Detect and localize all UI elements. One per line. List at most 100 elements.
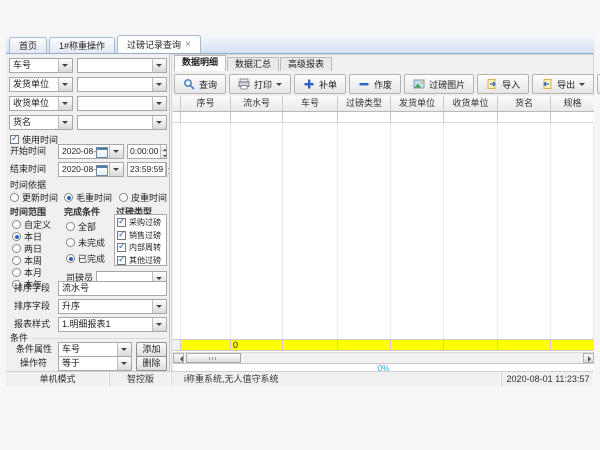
radio-icon[interactable] xyxy=(12,220,21,229)
column-header-serial[interactable]: 流水号 xyxy=(231,96,283,112)
start-time-spinner[interactable]: 0:00:00 xyxy=(127,144,167,159)
tab-weigh-operation[interactable]: 1#称重操作 xyxy=(49,37,115,53)
chevron-down-icon[interactable] xyxy=(58,97,72,110)
radio-gross-time[interactable]: 毛重时间 xyxy=(64,191,112,204)
start-date-picker[interactable]: 2020-08-01 xyxy=(58,144,124,159)
chevron-down-icon[interactable] xyxy=(117,357,131,370)
tab-home[interactable]: 首页 xyxy=(9,37,47,53)
radio-selected-icon[interactable] xyxy=(12,232,21,241)
radio-icon[interactable] xyxy=(66,222,75,231)
checkbox-purchase-weigh[interactable]: 采购过磅 xyxy=(117,217,166,228)
summary-cell xyxy=(338,339,391,351)
column-header-index[interactable]: 序号 xyxy=(181,96,231,112)
horizontal-scrollbar[interactable] xyxy=(173,352,594,363)
close-tab-icon[interactable]: × xyxy=(185,40,191,50)
filter-cell[interactable] xyxy=(551,112,594,123)
condition-attr-select[interactable]: 车号 xyxy=(58,342,132,357)
column-header-sender[interactable]: 发货单位 xyxy=(391,96,444,112)
report-style-select[interactable]: 1.明细报表1 xyxy=(58,317,167,332)
filter-field-select-vehicle[interactable]: 车号 xyxy=(9,58,73,73)
checkbox-checked-icon[interactable] xyxy=(117,256,126,265)
weigh-photo-button[interactable]: 过磅图片 xyxy=(404,74,474,94)
chevron-down-icon[interactable] xyxy=(58,59,72,72)
start-date-value: 2020-08-01 xyxy=(59,145,96,158)
chevron-down-icon[interactable] xyxy=(152,78,166,91)
radio-finish-all[interactable]: 全部 xyxy=(66,220,96,233)
query-button[interactable]: 查询 xyxy=(174,74,226,94)
sort-field-input[interactable]: 流水号 xyxy=(58,281,167,296)
radio-icon[interactable] xyxy=(12,244,21,253)
import-button[interactable]: 导入 xyxy=(477,74,529,94)
radio-finish-unfinished[interactable]: 未完成 xyxy=(66,236,105,249)
radio-update-time[interactable]: 更新时间 xyxy=(10,191,58,204)
filter-value-receiver[interactable] xyxy=(77,96,167,111)
export-button[interactable]: 导出 xyxy=(532,74,594,94)
checkbox-other-weigh[interactable]: 其他过磅 xyxy=(117,255,166,266)
radio-icon[interactable] xyxy=(12,256,21,265)
filter-cell[interactable] xyxy=(444,112,498,123)
grid-body-empty[interactable] xyxy=(173,123,594,339)
radio-tare-time[interactable]: 皮重时间 xyxy=(119,191,167,204)
supplement-order-button[interactable]: 补单 xyxy=(294,74,346,94)
checkbox-internal-transfer[interactable]: 内部周转 xyxy=(117,242,166,253)
dropdown-arrow-icon[interactable] xyxy=(276,83,282,89)
tab-data-summary[interactable]: 数据汇总 xyxy=(227,57,279,71)
checkbox-checked-icon[interactable] xyxy=(117,243,126,252)
end-time-spinner[interactable]: 23:59:59 xyxy=(127,162,167,177)
radio-selected-icon[interactable] xyxy=(66,254,75,263)
chevron-down-icon[interactable] xyxy=(58,78,72,91)
tab-data-detail[interactable]: 数据明细 xyxy=(174,55,226,71)
filter-value-vehicle[interactable] xyxy=(77,58,167,73)
filter-cell[interactable] xyxy=(498,112,551,123)
chevron-down-icon[interactable] xyxy=(152,300,166,313)
filter-field-select-goods[interactable]: 货名 xyxy=(9,115,73,130)
dropdown-arrow-icon[interactable] xyxy=(579,83,585,89)
filter-cell[interactable] xyxy=(181,112,231,123)
tab-advanced-report[interactable]: 高级报表 xyxy=(280,57,332,71)
chevron-down-icon[interactable] xyxy=(58,116,72,129)
void-button[interactable]: 作废 xyxy=(349,74,401,94)
grid-filter-row[interactable] xyxy=(173,112,594,123)
chevron-down-icon[interactable] xyxy=(109,163,123,176)
spin-down-icon[interactable] xyxy=(161,152,166,159)
column-header-receiver[interactable]: 收货单位 xyxy=(444,96,498,112)
remove-condition-button[interactable]: 删除 xyxy=(136,356,167,371)
checkbox-checked-icon[interactable] xyxy=(10,135,19,144)
column-header-goods[interactable]: 货名 xyxy=(498,96,551,112)
scroll-right-icon[interactable] xyxy=(583,353,594,363)
filter-cell[interactable] xyxy=(338,112,391,123)
filter-field-select-receiver[interactable]: 收货单位 xyxy=(9,96,73,111)
filter-field-select-sender[interactable]: 发货单位 xyxy=(9,77,73,92)
end-date-picker[interactable]: 2020-08-01 xyxy=(58,162,124,177)
chevron-down-icon[interactable] xyxy=(152,97,166,110)
column-header-vehicle[interactable]: 车号 xyxy=(283,96,338,112)
filter-value-sender[interactable] xyxy=(77,77,167,92)
filter-cell[interactable] xyxy=(283,112,338,123)
column-header-spec[interactable]: 规格 xyxy=(551,96,594,112)
radio-icon[interactable] xyxy=(119,193,128,202)
chevron-down-icon[interactable] xyxy=(152,59,166,72)
radio-icon[interactable] xyxy=(12,268,21,277)
tab-weigh-record-query[interactable]: 过磅记录查询 × xyxy=(117,35,201,53)
chevron-down-icon[interactable] xyxy=(152,318,166,331)
radio-icon[interactable] xyxy=(10,193,19,202)
condition-op-select[interactable]: 等于 xyxy=(58,356,132,371)
print-button[interactable]: 打印 xyxy=(229,74,291,94)
radio-finish-finished[interactable]: 已完成 xyxy=(66,252,105,265)
chevron-down-icon[interactable] xyxy=(152,116,166,129)
scroll-left-icon[interactable] xyxy=(173,353,184,363)
filter-cell[interactable] xyxy=(231,112,283,123)
chevron-down-icon[interactable] xyxy=(109,145,123,158)
filter-cell[interactable] xyxy=(391,112,444,123)
add-condition-button[interactable]: 添加 xyxy=(136,342,167,357)
checkbox-sale-weigh[interactable]: 销售过磅 xyxy=(117,230,166,241)
sort-order-select[interactable]: 升序 xyxy=(58,299,167,314)
checkbox-checked-icon[interactable] xyxy=(117,218,126,227)
checkbox-checked-icon[interactable] xyxy=(117,231,126,240)
column-header-weigh-type[interactable]: 过磅类型 xyxy=(338,96,391,112)
chevron-down-icon[interactable] xyxy=(117,343,131,356)
radio-selected-icon[interactable] xyxy=(64,193,73,202)
radio-icon[interactable] xyxy=(66,238,75,247)
filter-value-goods[interactable] xyxy=(77,115,167,130)
scrollbar-thumb[interactable] xyxy=(186,353,241,363)
